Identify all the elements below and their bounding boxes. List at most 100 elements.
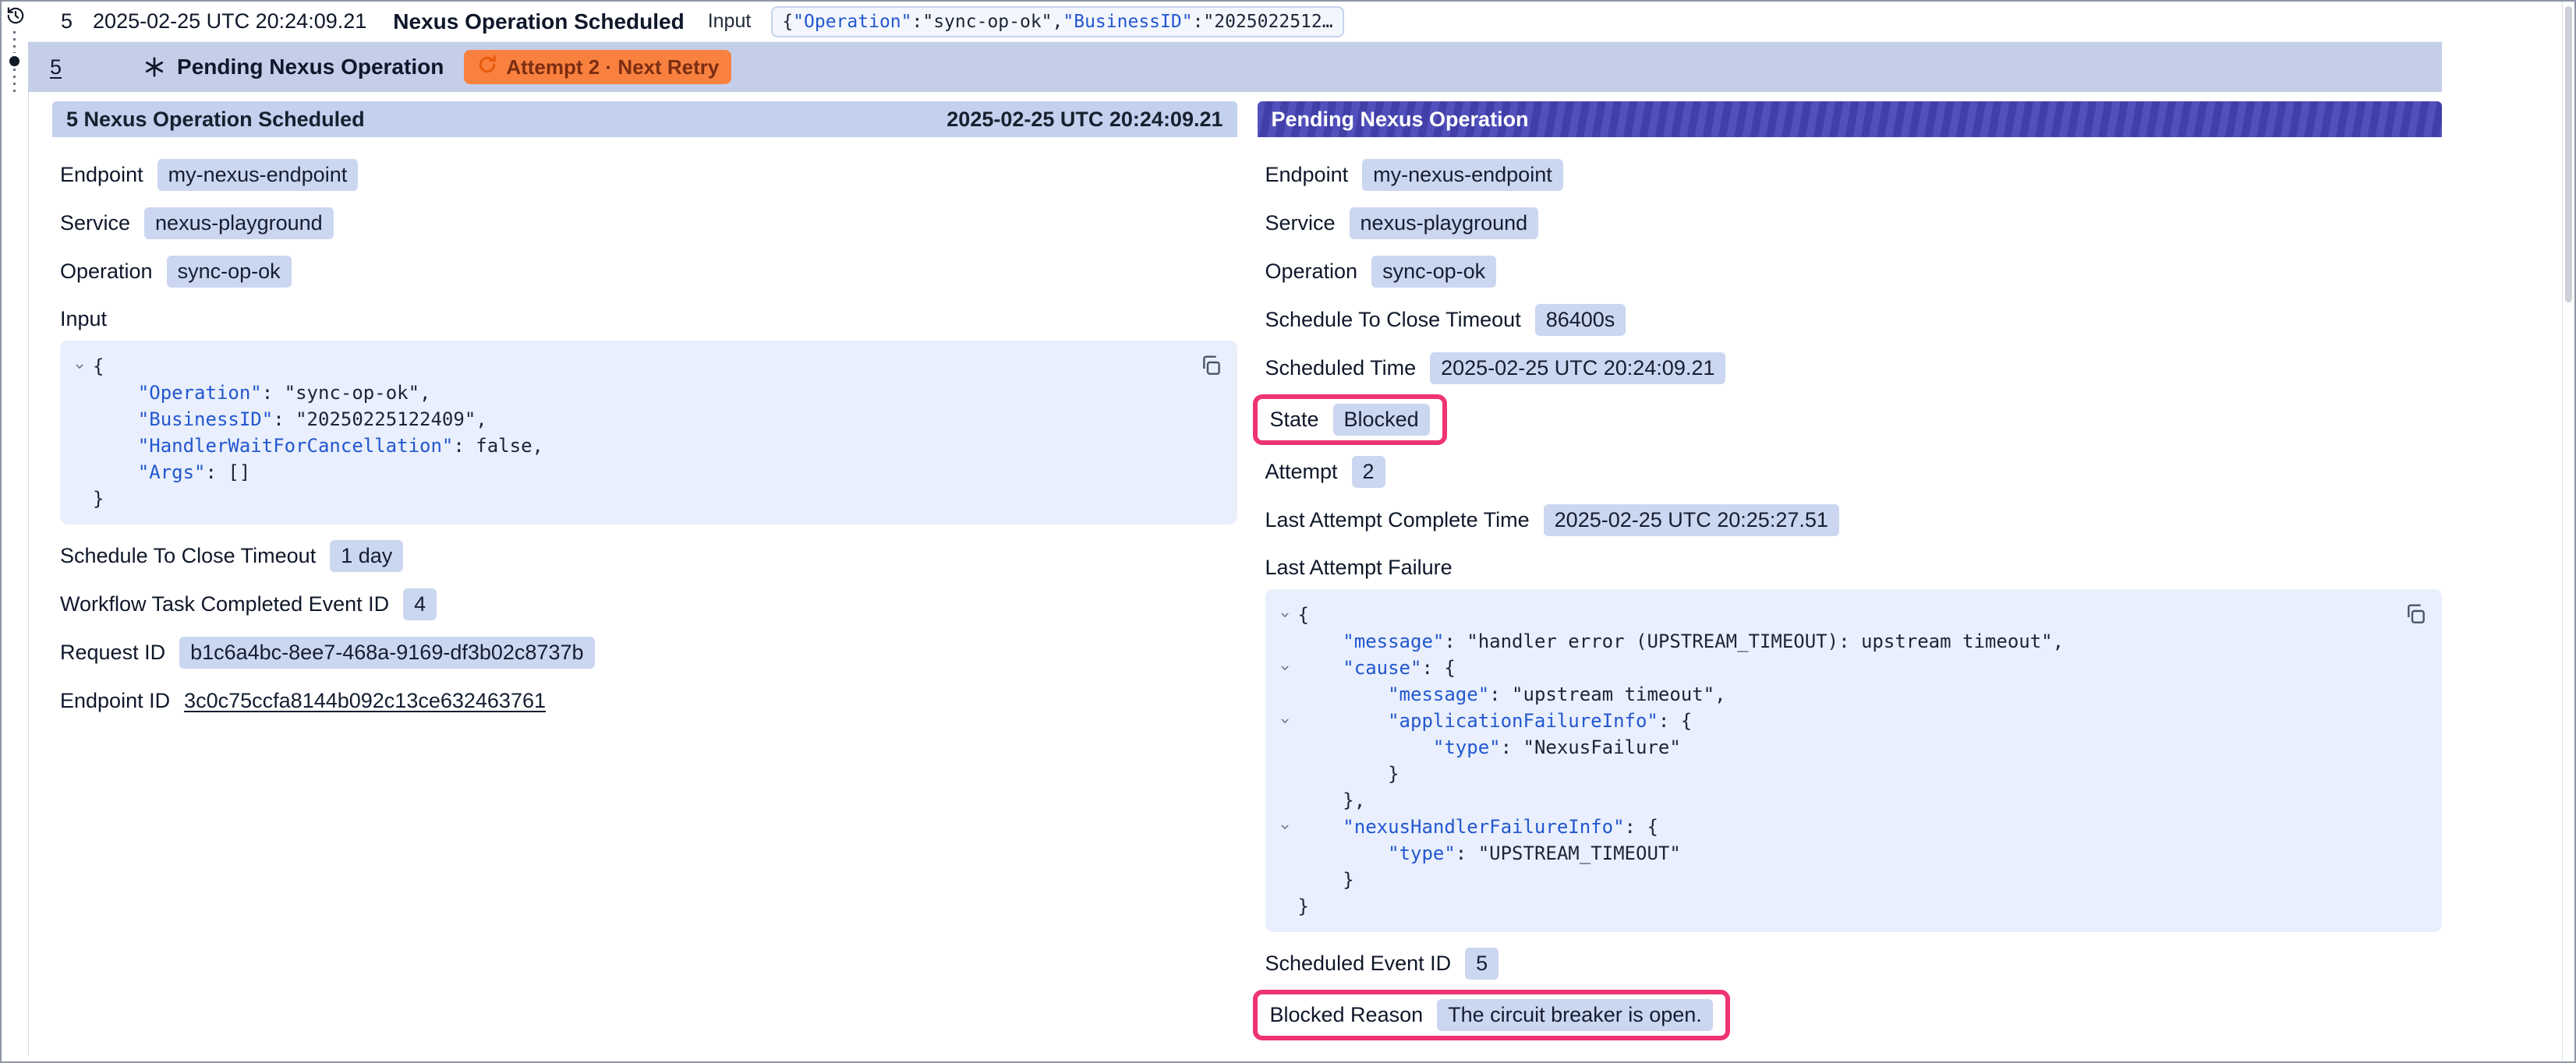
collapse-chevron-icon[interactable] xyxy=(1272,602,1298,628)
field-schedule-to-close-timeout: Schedule To Close Timeout1 day xyxy=(60,539,1237,573)
retry-badge: Attempt 2 · Next Retry xyxy=(464,50,731,84)
field-scheduled-event-id: Scheduled Event ID5 xyxy=(1265,946,2443,980)
field-value: my-nexus-endpoint xyxy=(1362,159,1563,191)
field-value: sync-op-ok xyxy=(167,256,292,288)
event-title: Nexus Operation Scheduled xyxy=(393,9,684,34)
code-line: "Operation": "sync-op-ok", xyxy=(66,380,1191,406)
failure-json-code: { "message": "handler error (UPSTREAM_TI… xyxy=(1272,602,2396,920)
field-blocked-reason: Blocked ReasonThe circuit breaker is ope… xyxy=(1265,994,2443,1036)
code-line: "message": "upstream timeout", xyxy=(1272,681,2396,708)
code-gutter xyxy=(66,433,93,459)
field-label: Endpoint xyxy=(1265,163,1349,187)
field-label: Blocked Reason xyxy=(1270,1003,1424,1027)
code-line: } xyxy=(1272,867,2396,893)
code-gutter xyxy=(1272,840,1298,867)
history-icon[interactable] xyxy=(5,5,26,30)
code-gutter xyxy=(1272,734,1298,761)
code-line: "Args": [] xyxy=(66,459,1191,486)
annotation-highlight: Blocked ReasonThe circuit breaker is ope… xyxy=(1253,990,1730,1040)
pending-panel-body: Endpoint my-nexus-endpoint Servicenexus-pl… xyxy=(1258,137,2443,1036)
timeline-dotted-line xyxy=(13,31,16,53)
field-label: Scheduled Time xyxy=(1265,356,1417,380)
field-label: Operation xyxy=(60,260,153,284)
workflow-event-history-page: 5 2025-02-25 UTC 20:24:09.21 Nexus Opera… xyxy=(0,0,2576,1063)
annotation-highlight: State Blocked xyxy=(1253,394,1447,445)
field-endpoint: Endpoint my-nexus-endpoint xyxy=(60,157,1237,192)
field-value: sync-op-ok xyxy=(1371,256,1496,288)
field-state: State Blocked xyxy=(1265,399,2443,440)
field-schedule-to-close-timeout: Schedule To Close Timeout 86400s xyxy=(1265,302,2443,337)
field-service: Servicenexus-playground xyxy=(60,206,1237,240)
code-line: "HandlerWaitForCancellation": false, xyxy=(66,433,1191,459)
code-line: "message": "handler error (UPSTREAM_TIME… xyxy=(1272,628,2396,655)
scheduled-panel-body: Endpoint my-nexus-endpoint Servicenexus-pl… xyxy=(52,137,1237,718)
field-value: 2 xyxy=(1352,456,1385,488)
pending-nexus-operation-row[interactable]: 5 Pending Nexus Operation Attempt 2 · Ne… xyxy=(28,42,2442,92)
collapse-chevron-icon[interactable] xyxy=(1272,655,1298,681)
field-operation: Operation sync-op-ok xyxy=(60,254,1237,288)
field-group-top: Endpoint my-nexus-endpoint Servicenexus-pl… xyxy=(1265,157,2443,537)
collapse-chevron-icon[interactable] xyxy=(66,353,93,380)
field-service: Servicenexus-playground xyxy=(1265,206,2443,240)
input-preview-chip[interactable]: {"Operation":"sync-op-ok","BusinessID":"… xyxy=(771,6,1343,37)
field-value: my-nexus-endpoint xyxy=(157,159,359,191)
code-line: "applicationFailureInfo": { xyxy=(1272,708,2396,734)
scrollbar-thumb[interactable] xyxy=(2565,6,2572,302)
field-label: Attempt xyxy=(1265,460,1338,484)
field-endpoint: Endpoint my-nexus-endpoint xyxy=(1265,157,2443,192)
field-value: 86400s xyxy=(1535,304,1626,336)
panel-timestamp: 2025-02-25 UTC 20:24:09.21 xyxy=(947,108,1223,132)
panel-title: 5 Nexus Operation Scheduled xyxy=(66,108,365,132)
field-label: Endpoint xyxy=(60,163,143,187)
event-row-nexus-operation-scheduled[interactable]: 5 2025-02-25 UTC 20:24:09.21 Nexus Opera… xyxy=(28,2,2442,42)
code-line: } xyxy=(1272,893,2396,920)
code-line: { xyxy=(1272,602,2396,628)
timeline-column xyxy=(2,2,28,1061)
field-label: Service xyxy=(60,211,130,235)
event-history-content: 5 2025-02-25 UTC 20:24:09.21 Nexus Opera… xyxy=(28,2,2442,1055)
field-value: 4 xyxy=(403,588,437,620)
pending-nexus-operation-panel: Pending Nexus Operation Endpoint my-nexus… xyxy=(1258,101,2443,1055)
field-label: Operation xyxy=(1265,260,1358,284)
field-label: Schedule To Close Timeout xyxy=(1265,308,1521,332)
copy-button[interactable] xyxy=(1195,350,1226,383)
scrollbar[interactable] xyxy=(2562,2,2574,1061)
field-value: nexus-playground xyxy=(1350,207,1539,239)
field-value: b1c6a4bc-8ee7-468a-9169-df3b02c8737b xyxy=(179,637,594,669)
field-request-id: Request ID b1c6a4bc-8ee7-468a-9169-df3b02… xyxy=(60,635,1237,669)
input-section-label: Input xyxy=(60,307,1237,331)
field-group-bottom: Schedule To Close Timeout1 dayWorkflow T… xyxy=(60,539,1237,718)
field-label: Request ID xyxy=(60,641,165,665)
event-id-link[interactable]: 5 xyxy=(61,9,73,34)
code-gutter xyxy=(1272,681,1298,708)
copy-icon xyxy=(1198,353,1223,378)
code-line: "type": "UPSTREAM_TIMEOUT" xyxy=(1272,840,2396,867)
field-label: State xyxy=(1270,408,1319,432)
code-gutter xyxy=(66,486,93,512)
field-value: 5 xyxy=(1465,948,1499,980)
field-label: Last Attempt Complete Time xyxy=(1265,508,1530,532)
input-label: Input xyxy=(708,10,752,33)
field-operation: Operation sync-op-ok xyxy=(1265,254,2443,288)
field-value[interactable]: 3c0c75ccfa8144b092c13ce632463761 xyxy=(184,689,546,713)
pending-event-id-link[interactable]: 5 xyxy=(50,55,62,79)
code-gutter xyxy=(66,380,93,406)
field-group-bottom: Scheduled Event ID5 Blocked ReasonThe cir… xyxy=(1265,946,2443,1036)
code-gutter xyxy=(1272,787,1298,814)
field-label: Endpoint ID xyxy=(60,689,170,713)
field-group-top: Endpoint my-nexus-endpoint Servicenexus-pl… xyxy=(60,157,1237,288)
field-value: Blocked xyxy=(1333,404,1430,436)
code-line: "BusinessID": "20250225122409", xyxy=(66,406,1191,433)
code-gutter xyxy=(66,406,93,433)
field-endpoint-id: Endpoint ID 3c0c75ccfa8144b092c13ce632463… xyxy=(60,683,1237,718)
failure-json-viewer: { "message": "handler error (UPSTREAM_TI… xyxy=(1265,589,2443,932)
code-line: } xyxy=(1272,761,2396,787)
collapse-chevron-icon[interactable] xyxy=(1272,814,1298,840)
pending-operation-title: Pending Nexus Operation xyxy=(177,55,444,79)
code-gutter xyxy=(1272,628,1298,655)
pending-panel-header: Pending Nexus Operation xyxy=(1258,101,2443,137)
collapse-chevron-icon[interactable] xyxy=(1272,708,1298,734)
asterisk-icon xyxy=(143,55,166,79)
copy-button[interactable] xyxy=(2400,599,2431,632)
event-timestamp: 2025-02-25 UTC 20:24:09.21 xyxy=(93,9,366,34)
